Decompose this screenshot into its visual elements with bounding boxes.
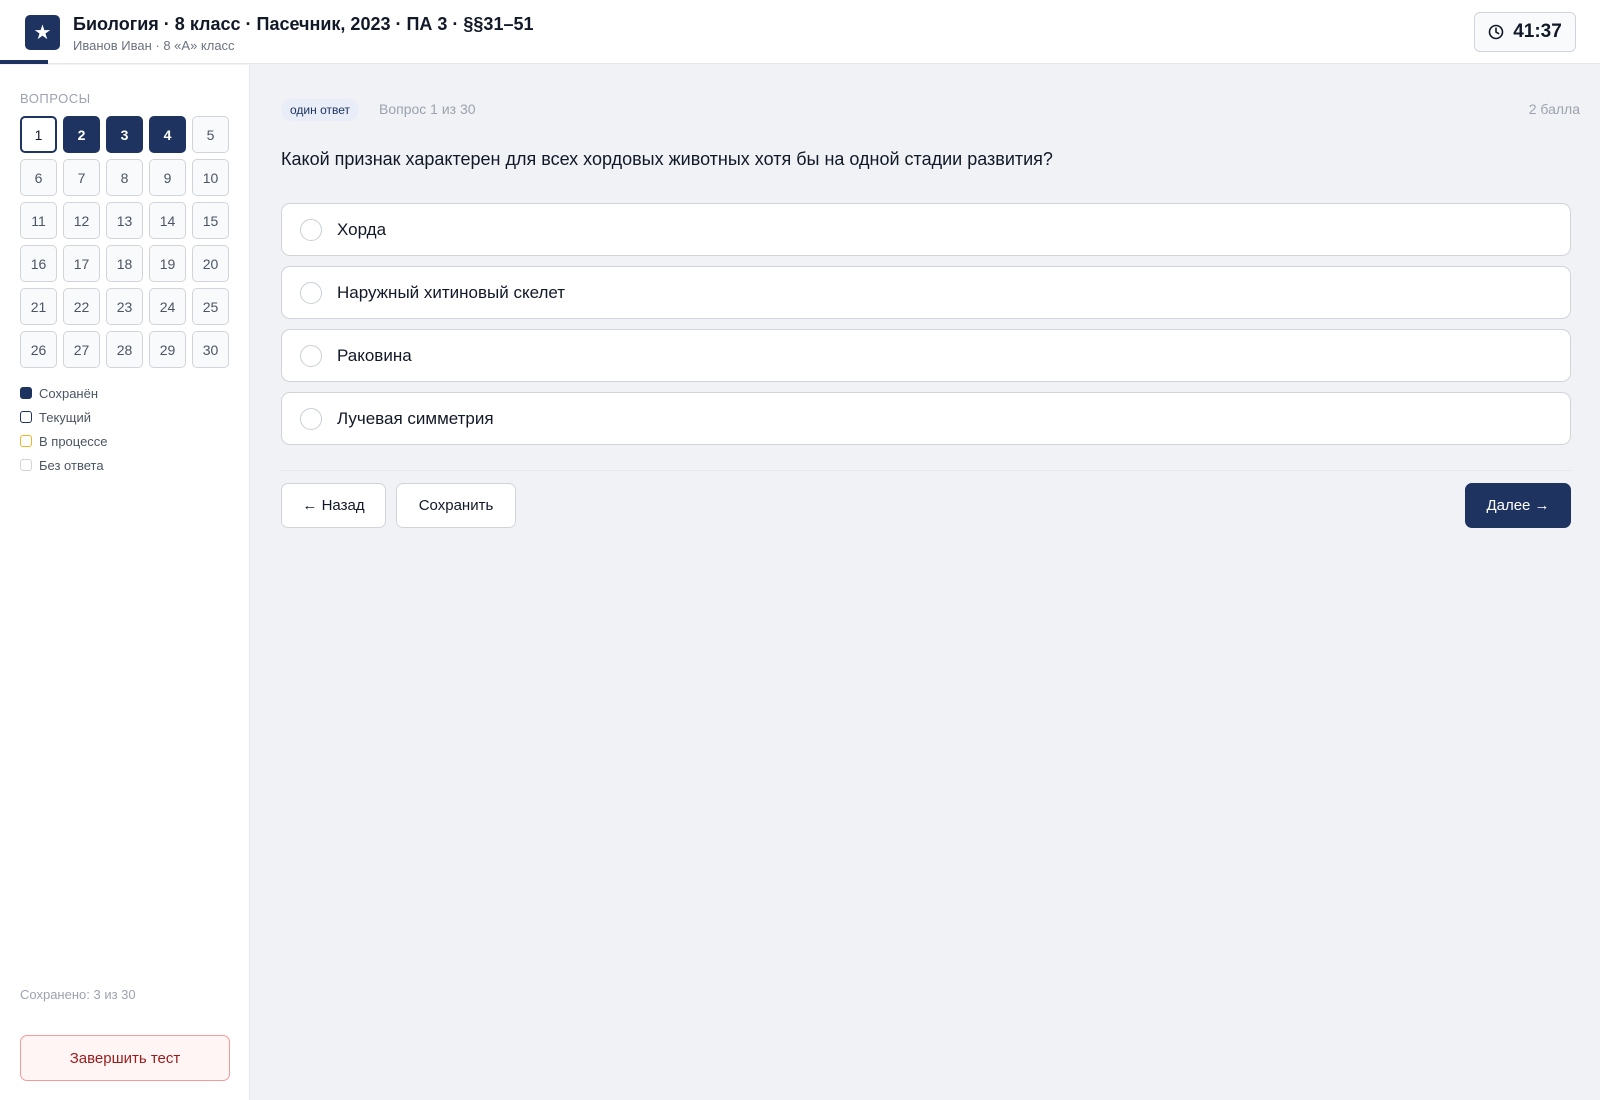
question-button-11[interactable]: 11 <box>20 202 57 239</box>
answer-option-label: Лучевая симметрия <box>337 408 494 428</box>
progress-indicator <box>0 60 48 64</box>
question-counter: Вопрос 1 из 30 <box>379 101 476 117</box>
legend-item-saved: Сохранён <box>20 381 108 405</box>
question-button-29[interactable]: 29 <box>149 331 186 368</box>
header: ★ Биология · 8 класс · Пасечник, 2023 · … <box>0 0 1600 64</box>
question-button-23[interactable]: 23 <box>106 288 143 325</box>
legend-swatch <box>20 387 32 399</box>
legend-label: В процессе <box>39 433 108 449</box>
legend-item-progress: В процессе <box>20 429 108 453</box>
question-button-26[interactable]: 26 <box>20 331 57 368</box>
question-type-badge: один ответ <box>281 99 359 121</box>
main-panel: один ответ Вопрос 1 из 30 2 балла Какой … <box>250 65 1600 1100</box>
question-button-30[interactable]: 30 <box>192 331 229 368</box>
test-title: Биология · 8 класс · Пасечник, 2023 · ПА… <box>73 14 534 34</box>
question-button-16[interactable]: 16 <box>20 245 57 282</box>
legend-label: Текущий <box>39 409 91 425</box>
saved-count: Сохранено: 3 из 30 <box>20 987 136 1002</box>
finish-test-button[interactable]: Завершить тест <box>20 1035 230 1081</box>
answer-option[interactable]: Хорда <box>281 203 1571 256</box>
question-button-22[interactable]: 22 <box>63 288 100 325</box>
question-button-20[interactable]: 20 <box>192 245 229 282</box>
clock-icon <box>1488 24 1504 40</box>
question-points: 2 балла <box>1528 101 1580 117</box>
question-button-4[interactable]: 4 <box>149 116 186 153</box>
question-button-15[interactable]: 15 <box>192 202 229 239</box>
timer: 41:37 <box>1474 12 1576 52</box>
legend-item-none: Без ответа <box>20 453 108 477</box>
question-button-14[interactable]: 14 <box>149 202 186 239</box>
back-button[interactable]: ← Назад <box>281 483 386 528</box>
answer-option[interactable]: Раковина <box>281 329 1571 382</box>
question-button-10[interactable]: 10 <box>192 159 229 196</box>
answer-option[interactable]: Наружный хитиновый скелет <box>281 266 1571 319</box>
answer-option-label: Наружный хитиновый скелет <box>337 282 566 302</box>
question-button-6[interactable]: 6 <box>20 159 57 196</box>
question-button-13[interactable]: 13 <box>106 202 143 239</box>
sidebar: ВОПРОСЫ 1 2 3 4 5 6 7 8 9 10 11 12 13 14 15 16 17 18 19 20 2… <box>0 65 250 1100</box>
answer-option-label: Хорда <box>337 219 387 239</box>
legend-swatch <box>20 459 32 471</box>
legend-label: Сохранён <box>39 385 99 401</box>
question-button-2[interactable]: 2 <box>63 116 100 153</box>
radio-button[interactable] <box>300 407 322 430</box>
question-button-28[interactable]: 28 <box>106 331 143 368</box>
answer-option[interactable]: Лучевая симметрия <box>281 392 1571 445</box>
student-info: Иванов Иван · 8 «А» класс <box>73 38 235 53</box>
divider <box>281 470 1571 471</box>
question-button-17[interactable]: 17 <box>63 245 100 282</box>
next-button[interactable]: Далее → <box>1465 483 1571 528</box>
question-button-1[interactable]: 1 <box>20 116 57 153</box>
question-button-21[interactable]: 21 <box>20 288 57 325</box>
question-text: Какой признак характерен для всех хордов… <box>281 149 1053 169</box>
star-icon: ★ <box>25 15 60 50</box>
answer-option-label: Раковина <box>337 345 412 365</box>
save-button[interactable]: Сохранить <box>396 483 516 528</box>
question-button-8[interactable]: 8 <box>106 159 143 196</box>
question-button-3[interactable]: 3 <box>106 116 143 153</box>
legend-swatch <box>20 435 32 447</box>
question-button-19[interactable]: 19 <box>149 245 186 282</box>
radio-button[interactable] <box>300 218 322 241</box>
question-button-24[interactable]: 24 <box>149 288 186 325</box>
answer-options: Хорда Наружный хитиновый скелет Раковина… <box>281 203 1571 455</box>
question-button-5[interactable]: 5 <box>192 116 229 153</box>
timer-value: 41:37 <box>1513 21 1562 42</box>
radio-button[interactable] <box>300 281 322 304</box>
question-grid: 1 2 3 4 5 6 7 8 9 10 11 12 13 14 15 16 17 18 19 20 21 22 23 24 2… <box>20 116 230 368</box>
question-button-27[interactable]: 27 <box>63 331 100 368</box>
question-button-9[interactable]: 9 <box>149 159 186 196</box>
legend-swatch <box>20 411 32 423</box>
question-button-18[interactable]: 18 <box>106 245 143 282</box>
question-button-25[interactable]: 25 <box>192 288 229 325</box>
question-button-12[interactable]: 12 <box>63 202 100 239</box>
sidebar-heading: ВОПРОСЫ <box>20 91 91 106</box>
legend-item-current: Текущий <box>20 405 108 429</box>
legend: Сохранён Текущий В процессе Без ответа <box>20 381 108 477</box>
legend-label: Без ответа <box>39 457 104 473</box>
radio-button[interactable] <box>300 344 322 367</box>
question-button-7[interactable]: 7 <box>63 159 100 196</box>
